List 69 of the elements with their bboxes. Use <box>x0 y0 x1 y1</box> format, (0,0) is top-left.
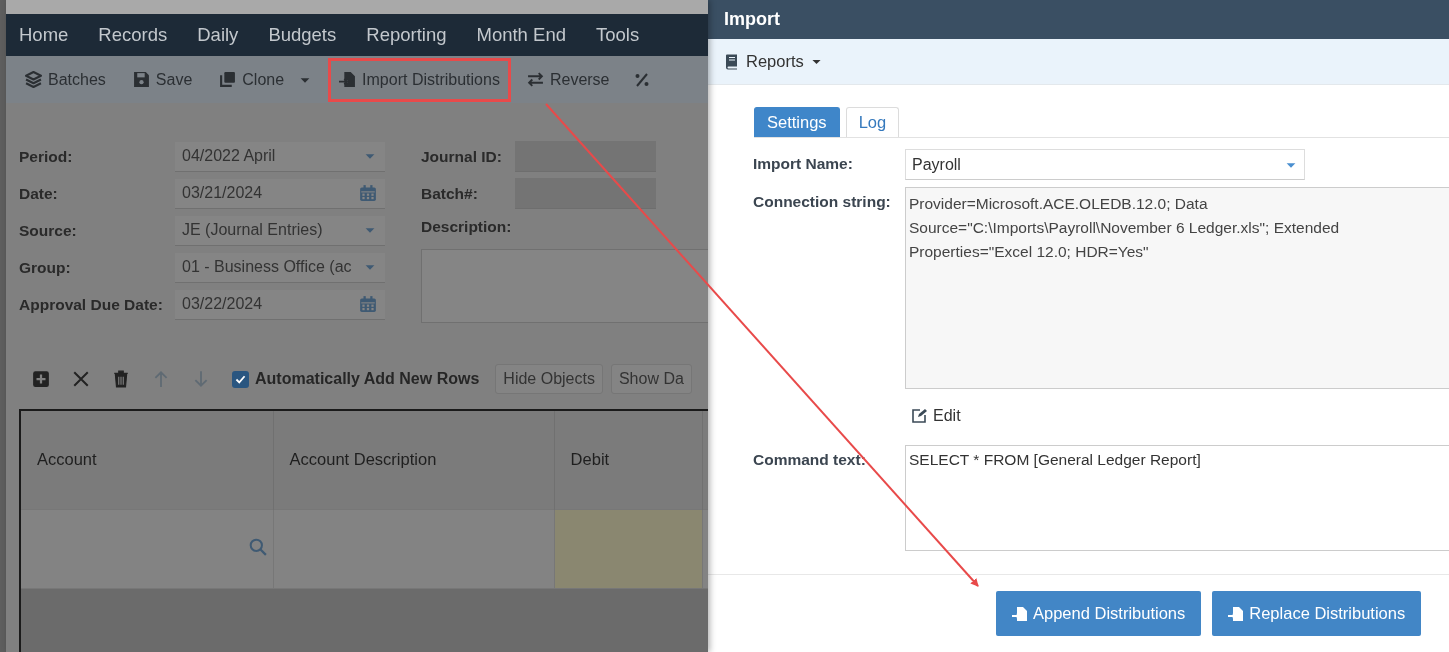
checkbox[interactable] <box>232 370 249 388</box>
up-arrow-icon <box>152 370 170 388</box>
toolbar-button[interactable]: Import Distributions <box>328 57 511 102</box>
edit-icon <box>911 408 927 424</box>
column-header[interactable]: Account <box>20 410 274 510</box>
field-label: Period: <box>19 147 74 166</box>
field-label: Batch#: <box>421 184 479 203</box>
date-field[interactable]: 03/22/2024 <box>175 289 385 320</box>
trash-icon <box>112 370 130 388</box>
description-field[interactable] <box>421 249 708 323</box>
toolbar-button[interactable]: Reverse <box>515 57 621 102</box>
menu-item[interactable]: Budgets <box>268 24 350 46</box>
search-icon <box>248 537 267 556</box>
field-label: Date: <box>19 184 59 203</box>
filter-cell[interactable] <box>20 509 274 589</box>
field-label: Journal ID: <box>421 147 503 166</box>
add-icon <box>32 370 50 388</box>
grid-button[interactable]: Show Da <box>610 364 692 394</box>
menu-item[interactable]: Month End <box>476 24 579 46</box>
tab[interactable]: Log <box>845 107 900 137</box>
menu-item[interactable]: Tools <box>595 24 653 46</box>
dropdown-field[interactable]: JE (Journal Entries) <box>175 215 385 246</box>
field-label: Approval Due Date: <box>19 295 164 314</box>
percent-icon <box>633 71 650 88</box>
column-header[interactable]: Debit <box>554 410 702 510</box>
filter-cell[interactable] <box>273 509 555 589</box>
dialog-title: Import <box>708 0 1449 39</box>
copy-icon <box>219 71 237 88</box>
action-button[interactable]: Append Distributions <box>996 591 1202 636</box>
filter-cell[interactable] <box>554 509 702 589</box>
menu-item[interactable]: Daily <box>197 24 252 46</box>
field-label: Command text: <box>753 450 867 470</box>
calendar-icon <box>359 184 377 202</box>
tab[interactable]: Settings <box>754 107 840 137</box>
toolbar-button[interactable]: Batches <box>14 57 117 102</box>
input-field[interactable] <box>515 141 656 172</box>
import-icon <box>1228 605 1245 622</box>
swap-arrows-icon <box>526 71 544 88</box>
book-icon <box>724 53 740 70</box>
reports-menu[interactable]: Reports <box>724 52 823 71</box>
text-area[interactable]: Provider=Microsoft.ACE.OLEDB.12.0; Data Source="C:\Imports\Payroll\November 6 Ledger.xls"; Extended Properties="Excel 12.0; HDR=Yes" <box>905 187 1449 389</box>
import-icon <box>1012 605 1028 622</box>
dropdown-field[interactable]: Payroll <box>905 149 1305 180</box>
menu-item[interactable]: Home <box>19 24 82 46</box>
layers-icon <box>25 71 42 88</box>
action-button[interactable]: Replace Distributions <box>1212 591 1422 636</box>
dropdown-field[interactable]: 01 - Business Office (ac <box>175 252 385 283</box>
field-label: Description: <box>421 218 513 236</box>
toolbar-button[interactable]: Save <box>121 57 204 102</box>
date-field[interactable]: 03/21/2024 <box>175 178 385 209</box>
field-label: Import Name: <box>753 154 854 174</box>
calendar-icon <box>359 295 377 313</box>
grid-button[interactable]: Hide Objects <box>495 364 603 394</box>
menu-item[interactable]: Records <box>98 24 181 46</box>
menu-item[interactable]: Reporting <box>366 24 460 46</box>
edit-link[interactable]: Edit <box>911 407 961 425</box>
input-field[interactable] <box>515 178 656 209</box>
column-header[interactable]: Account Description <box>273 410 555 510</box>
field-label: Connection string: <box>753 192 892 212</box>
checkbox-label: Automatically Add New Rows <box>255 370 480 388</box>
toolbar-button[interactable]: Clone <box>208 57 324 102</box>
field-label: Source: <box>19 221 78 240</box>
down-arrow-icon <box>192 370 210 388</box>
dropdown-field[interactable]: 04/2022 April <box>175 141 385 172</box>
save-icon <box>132 71 150 88</box>
close-icon <box>72 370 90 388</box>
field-label: Group: <box>19 258 72 277</box>
import-icon <box>339 71 357 88</box>
text-area[interactable]: SELECT * FROM [General Ledger Report] <box>905 445 1449 551</box>
